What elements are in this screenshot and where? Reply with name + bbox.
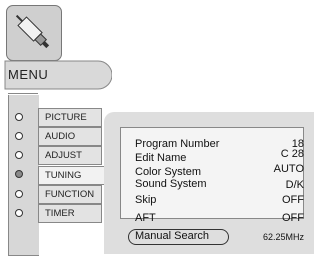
edit-name-value: C 28 [280, 148, 304, 160]
tab-tuning[interactable]: TUNING [38, 166, 106, 185]
color-system-label[interactable]: Color System [135, 166, 201, 178]
color-system-value: AUTO [273, 163, 304, 175]
edit-name-label[interactable]: Edit Name [135, 152, 186, 164]
tab-timer[interactable]: TIMER [38, 204, 102, 223]
rail-divider [8, 93, 38, 94]
tab-function[interactable]: FUNCTION [38, 185, 102, 204]
sound-system-label[interactable]: Sound System [135, 178, 207, 190]
manual-search-value: 62.25MHz [262, 232, 304, 242]
aft-label[interactable]: AFT [135, 212, 156, 224]
sound-system-value: D/K [285, 179, 304, 191]
radio-tuning[interactable] [15, 170, 23, 178]
program-number-label[interactable]: Program Number [135, 138, 219, 150]
menu-title: MENU [8, 67, 49, 82]
tv-menu-screen: MENU PICTURE AUDIO ADJUST TUNING FUNCTIO… [0, 0, 324, 265]
radio-function[interactable] [15, 190, 23, 198]
tab-audio[interactable]: AUDIO [38, 127, 102, 146]
radio-adjust[interactable] [15, 151, 23, 159]
manual-search-label[interactable]: Manual Search [135, 230, 209, 242]
radio-picture[interactable] [15, 113, 23, 121]
aft-value: OFF [282, 212, 304, 224]
skip-label[interactable]: Skip [135, 194, 156, 206]
skip-value: OFF [282, 194, 304, 206]
radio-audio[interactable] [15, 132, 23, 140]
tab-picture[interactable]: PICTURE [38, 108, 102, 127]
menu-rail [8, 95, 39, 256]
radio-timer[interactable] [15, 209, 23, 217]
connector-plug-icon [6, 5, 62, 61]
tab-adjust[interactable]: ADJUST [38, 146, 102, 165]
